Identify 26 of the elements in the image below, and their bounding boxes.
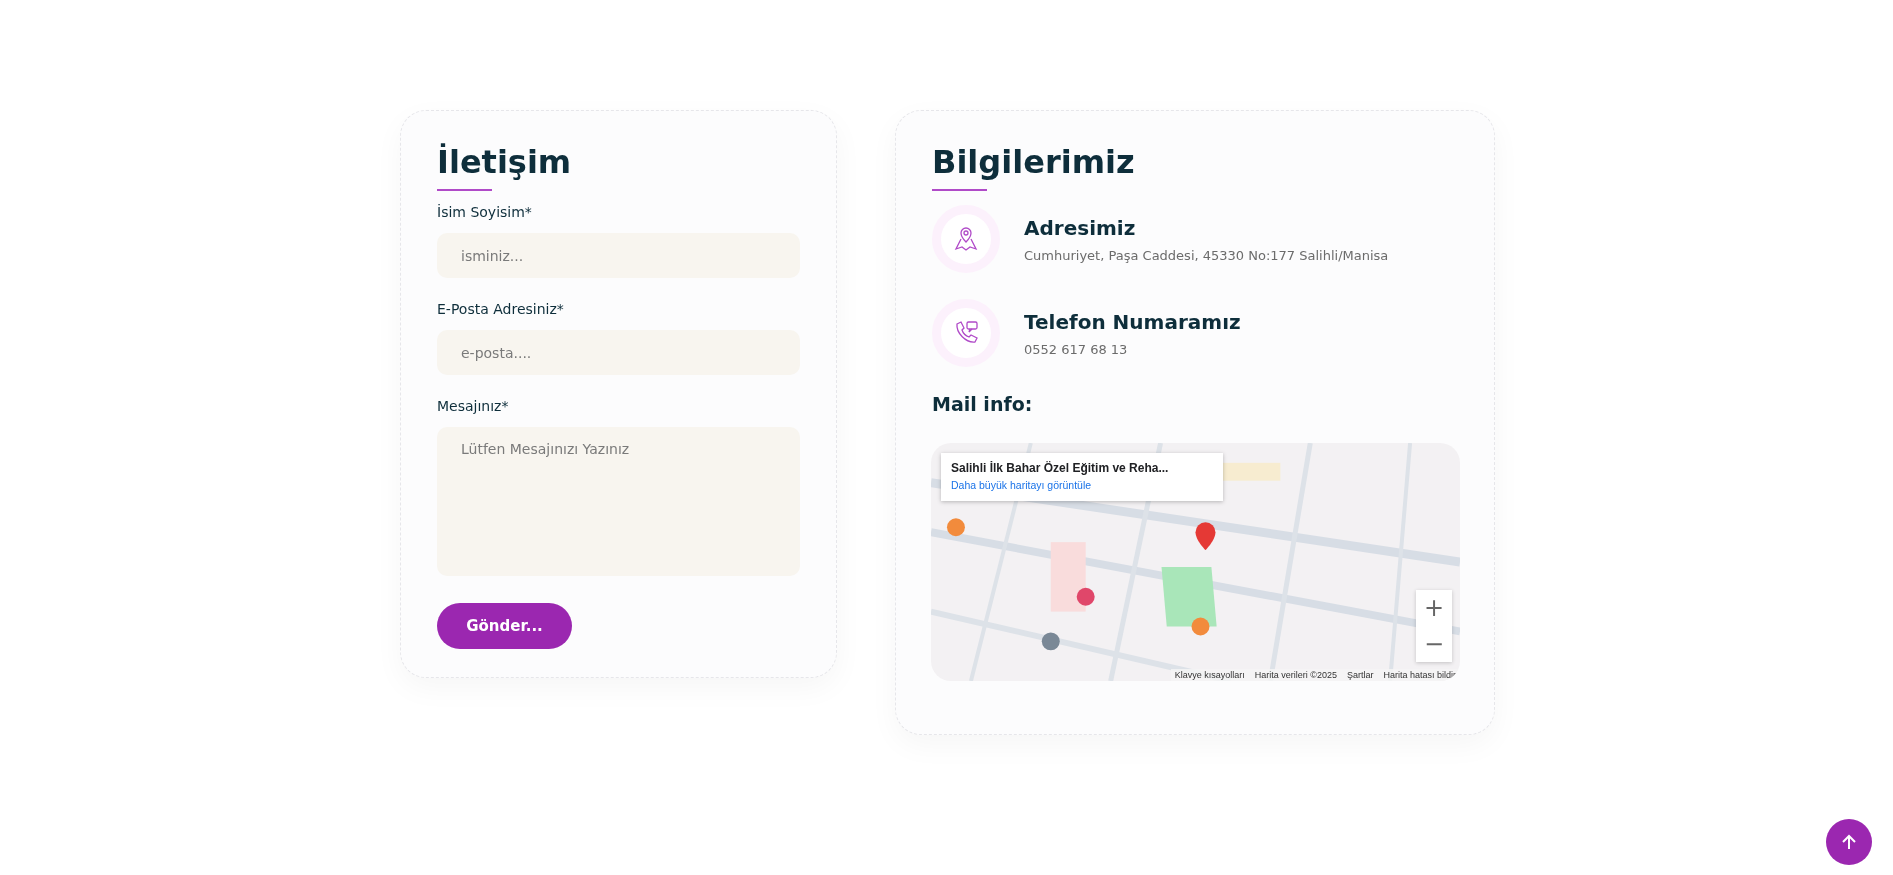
section-title: Bilgilerimiz xyxy=(932,142,1136,183)
map-footer-link[interactable]: Şartlar xyxy=(1346,670,1374,680)
message-field[interactable]: Lütfen Mesajınızı Yazınız xyxy=(437,427,800,576)
phone-message-icon xyxy=(953,320,979,346)
input-field[interactable]: isminiz... xyxy=(437,233,800,278)
section-title: İletişim xyxy=(437,142,573,183)
zoom-in-button[interactable]: + xyxy=(1416,590,1452,626)
arrow-up-icon xyxy=(1842,834,1856,850)
info-heading: Adresimiz xyxy=(1024,215,1137,240)
map-footer-link[interactable]: Harita hatası bildir xyxy=(1383,670,1456,680)
field-label: Mesajınız* xyxy=(437,397,510,416)
input-field[interactable]: e-posta.... xyxy=(437,330,800,375)
field-label: E-Posta Adresiniz* xyxy=(437,300,565,319)
map-footer-link[interactable]: Harita verileri ©2025 xyxy=(1254,670,1337,680)
field-label: İsim Soyisim* xyxy=(437,203,533,222)
info-heading: Telefon Numaramız xyxy=(1024,309,1241,334)
info-text: 0552 617 68 13 xyxy=(1024,341,1129,357)
info-text: Cumhuriyet, Paşa Caddesi, 45330 No:177 Salihli/Manisa xyxy=(1024,247,1389,263)
place-title: Salihli İlk Bahar Özel Eğitim ve Reha... xyxy=(951,461,1170,475)
mail-heading: Mail info: xyxy=(932,393,1034,415)
zoom-out-button[interactable]: − xyxy=(1416,626,1452,662)
larger-map-link[interactable]: Daha büyük haritayı görüntüle xyxy=(951,479,1092,491)
map-pin-icon xyxy=(954,226,978,252)
map-footer-link[interactable]: Klavye kısayolları xyxy=(1174,670,1245,680)
submit-button[interactable]: Gönder... xyxy=(437,603,572,649)
scroll-top-button[interactable] xyxy=(1826,819,1872,865)
